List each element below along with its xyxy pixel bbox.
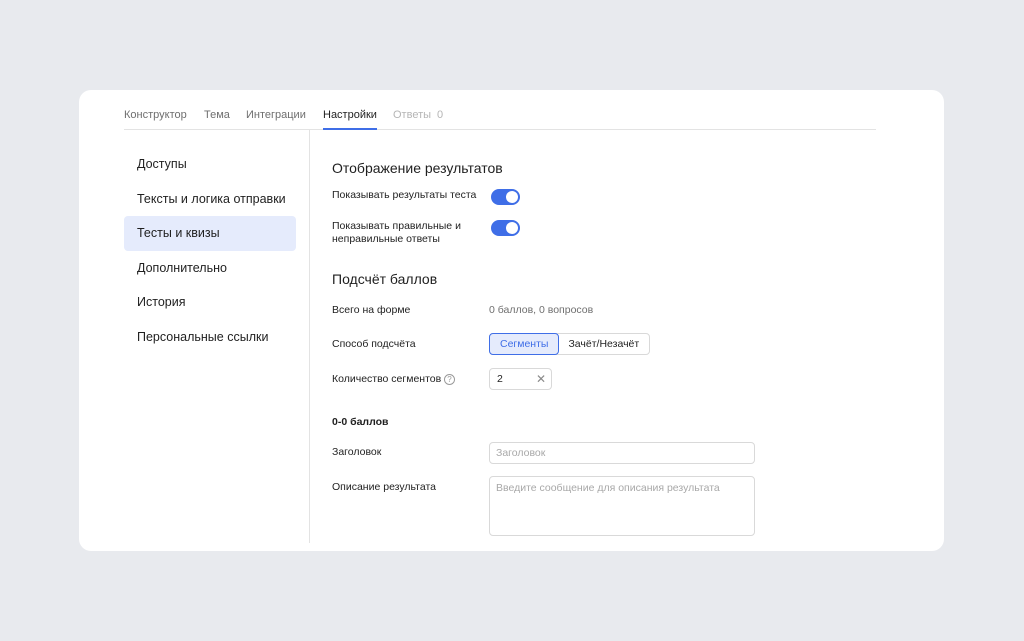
method-label: Способ подсчёта bbox=[332, 338, 416, 350]
vertical-divider bbox=[309, 130, 310, 543]
settings-content: Отображение результатов Показывать резул… bbox=[332, 90, 944, 551]
heading-input[interactable] bbox=[489, 442, 755, 464]
scoring-section-title: Подсчёт баллов bbox=[332, 271, 438, 287]
segments-count-input[interactable]: 2 ✕ bbox=[489, 368, 552, 390]
show-answers-label-line1: Показывать правильные и bbox=[332, 220, 461, 232]
sidebar-item-tests-quizzes[interactable]: Тесты и квизы bbox=[124, 216, 296, 251]
tab-integrations[interactable]: Интеграции bbox=[246, 109, 306, 121]
help-icon[interactable]: ? bbox=[444, 374, 455, 385]
method-option-segments[interactable]: Сегменты bbox=[488, 333, 560, 355]
sidebar: Доступы Тексты и логика отправки Тесты и… bbox=[124, 147, 296, 354]
sidebar-item-personal-links[interactable]: Персональные ссылки bbox=[124, 320, 296, 355]
tab-theme[interactable]: Тема bbox=[204, 109, 230, 121]
sidebar-item-access[interactable]: Доступы bbox=[124, 147, 296, 182]
description-textarea[interactable] bbox=[489, 476, 755, 536]
sidebar-item-history[interactable]: История bbox=[124, 285, 296, 320]
sidebar-item-texts-logic[interactable]: Тексты и логика отправки bbox=[124, 182, 296, 217]
show-results-toggle[interactable] bbox=[491, 189, 520, 205]
heading-label: Заголовок bbox=[332, 446, 382, 458]
toggle-knob bbox=[506, 222, 518, 234]
total-label: Всего на форме bbox=[332, 304, 411, 316]
total-value: 0 баллов, 0 вопросов bbox=[489, 304, 594, 316]
segments-count-label: Количество сегментов bbox=[332, 373, 442, 385]
settings-card: Конструктор Тема Интеграции Настройки От… bbox=[79, 90, 944, 551]
show-answers-toggle[interactable] bbox=[491, 220, 520, 236]
method-segmented-control: Сегменты Зачёт/Незачёт bbox=[488, 333, 651, 355]
segments-count-value: 2 bbox=[497, 373, 503, 385]
show-results-label: Показывать результаты теста bbox=[332, 189, 477, 201]
toggle-knob bbox=[506, 191, 518, 203]
description-label: Описание результата bbox=[332, 481, 437, 493]
sidebar-item-additional[interactable]: Дополнительно bbox=[124, 251, 296, 286]
show-answers-label: Показывать правильные и неправильные отв… bbox=[332, 220, 461, 245]
tab-constructor[interactable]: Конструктор bbox=[124, 109, 187, 121]
method-option-pass-fail[interactable]: Зачёт/Незачёт bbox=[558, 334, 649, 354]
clear-icon[interactable]: ✕ bbox=[536, 372, 546, 386]
show-answers-label-line2: неправильные ответы bbox=[332, 232, 440, 245]
segment-range-title: 0-0 баллов bbox=[332, 416, 389, 428]
results-section-title: Отображение результатов bbox=[332, 160, 503, 176]
